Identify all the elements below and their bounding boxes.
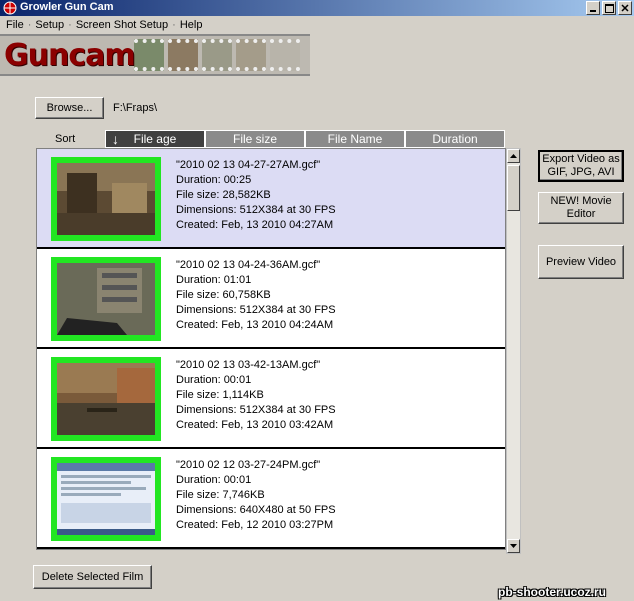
film-frame: [236, 39, 266, 71]
guncam-logo: Guncam: [4, 38, 136, 73]
menu-setup[interactable]: Setup: [33, 19, 66, 31]
movie-editor-button[interactable]: NEW! Movie Editor: [538, 192, 624, 224]
film-row[interactable]: "2010 02 12 03-27-24PM.gcf" Duration: 00…: [37, 449, 505, 549]
sort-tab-file-size[interactable]: File size: [205, 130, 305, 148]
sort-label: Sort: [55, 133, 76, 145]
menu-bar: File · Setup · Screen Shot Setup · Help: [0, 16, 634, 34]
scroll-down-button[interactable]: [507, 539, 520, 553]
close-icon: [621, 4, 629, 12]
menu-screen-shot-setup[interactable]: Screen Shot Setup: [74, 19, 170, 31]
menu-separator: ·: [172, 19, 176, 31]
film-name: "2010 02 13 04-24-36AM.gcf": [176, 259, 321, 271]
sort-tab-duration[interactable]: Duration: [405, 130, 505, 148]
film-info: "2010 02 13 04-27-27AM.gcf" Duration: 00…: [176, 158, 336, 233]
sort-tab-label: File age: [133, 132, 177, 146]
game-screenshot-thumbnail: [57, 263, 155, 335]
film-info: "2010 02 13 03-42-13AM.gcf" Duration: 00…: [176, 358, 336, 433]
menu-separator: ·: [68, 19, 72, 31]
maximize-button[interactable]: [602, 1, 616, 15]
film-frame: [134, 39, 164, 71]
film-name: "2010 02 12 03-27-24PM.gcf": [176, 459, 321, 471]
film-list: "2010 02 13 04-27-27AM.gcf" Duration: 00…: [36, 148, 506, 550]
film-row[interactable]: "2010 02 13 04-27-27AM.gcf" Duration: 00…: [37, 149, 505, 249]
sort-tab-file-name[interactable]: File Name: [305, 130, 405, 148]
menu-file[interactable]: File: [4, 19, 26, 31]
sort-tab-label: Duration: [432, 132, 478, 146]
sort-tab-label: File Name: [327, 132, 383, 146]
browse-button[interactable]: Browse...: [35, 97, 104, 119]
minimize-button[interactable]: [586, 1, 600, 15]
film-frame: [202, 39, 232, 71]
film-dimensions: Dimensions: 512X384 at 30 FPS: [176, 304, 336, 316]
game-screenshot-thumbnail: [57, 163, 155, 235]
film-size: File size: 28,582KB: [176, 189, 271, 201]
app-banner: Guncam: [0, 34, 310, 76]
scroll-thumb[interactable]: [507, 165, 520, 211]
sort-tab-file-age[interactable]: ↓ File age: [105, 130, 205, 148]
export-video-button[interactable]: Export Video as GIF, JPG, AVI: [538, 150, 624, 182]
film-info: "2010 02 12 03-27-24PM.gcf" Duration: 00…: [176, 458, 336, 533]
film-thumbnail: [51, 357, 161, 441]
film-thumbnail: [51, 457, 161, 541]
film-row[interactable]: "2010 02 13 03-42-13AM.gcf" Duration: 00…: [37, 349, 505, 449]
maximize-icon: [604, 3, 614, 13]
film-created: Created: Feb, 13 2010 04:27AM: [176, 219, 334, 231]
film-thumbnail: [51, 257, 161, 341]
film-created: Created: Feb, 13 2010 04:24AM: [176, 319, 334, 331]
game-screenshot-thumbnail: [57, 363, 155, 435]
preview-video-button[interactable]: Preview Video: [538, 245, 624, 279]
minimize-icon: [590, 10, 596, 12]
sort-tab-label: File size: [232, 132, 277, 146]
film-duration: Duration: 00:25: [176, 174, 252, 186]
close-button[interactable]: [618, 1, 632, 15]
scroll-up-button[interactable]: [507, 149, 520, 163]
film-duration: Duration: 00:01: [176, 374, 252, 386]
folder-path: F:\Fraps\: [113, 102, 158, 114]
film-duration: Duration: 00:01: [176, 474, 252, 486]
menu-separator: ·: [27, 19, 32, 31]
sort-down-arrow-icon: ↓: [112, 131, 119, 147]
film-size: File size: 60,758KB: [176, 289, 271, 301]
film-name: "2010 02 13 03-42-13AM.gcf": [176, 359, 321, 371]
film-created: Created: Feb, 13 2010 03:42AM: [176, 419, 334, 431]
delete-film-button[interactable]: Delete Selected Film: [33, 565, 152, 589]
film-frame: [168, 39, 198, 71]
crosshair-icon: [3, 1, 17, 15]
film-created: Created: Feb, 12 2010 03:27PM: [176, 519, 334, 531]
film-name: "2010 02 13 04-27-27AM.gcf": [176, 159, 321, 171]
film-size: File size: 1,114KB: [176, 389, 264, 401]
watermark-text: pb-shooter.ucoz.ru: [498, 585, 606, 599]
menu-help[interactable]: Help: [178, 19, 205, 31]
film-dimensions: Dimensions: 512X384 at 30 FPS: [176, 404, 336, 416]
film-size: File size: 7,746KB: [176, 489, 265, 501]
desktop-screenshot-thumbnail: [57, 463, 155, 535]
vertical-scrollbar[interactable]: [506, 148, 521, 554]
arrow-up-icon: [510, 154, 517, 158]
film-thumbnail: [51, 157, 161, 241]
window-title: Growler Gun Cam: [20, 1, 114, 13]
film-row[interactable]: "2010 02 13 04-24-36AM.gcf" Duration: 01…: [37, 249, 505, 349]
film-info: "2010 02 13 04-24-36AM.gcf" Duration: 01…: [176, 258, 336, 333]
arrow-down-icon: [510, 544, 517, 548]
film-frame: [270, 39, 300, 71]
sort-tabs: ↓ File age File size File Name Duration: [105, 130, 505, 148]
film-duration: Duration: 01:01: [176, 274, 252, 286]
film-dimensions: Dimensions: 640X480 at 50 FPS: [176, 504, 336, 516]
film-dimensions: Dimensions: 512X384 at 30 FPS: [176, 204, 336, 216]
title-bar: Growler Gun Cam: [0, 0, 634, 16]
